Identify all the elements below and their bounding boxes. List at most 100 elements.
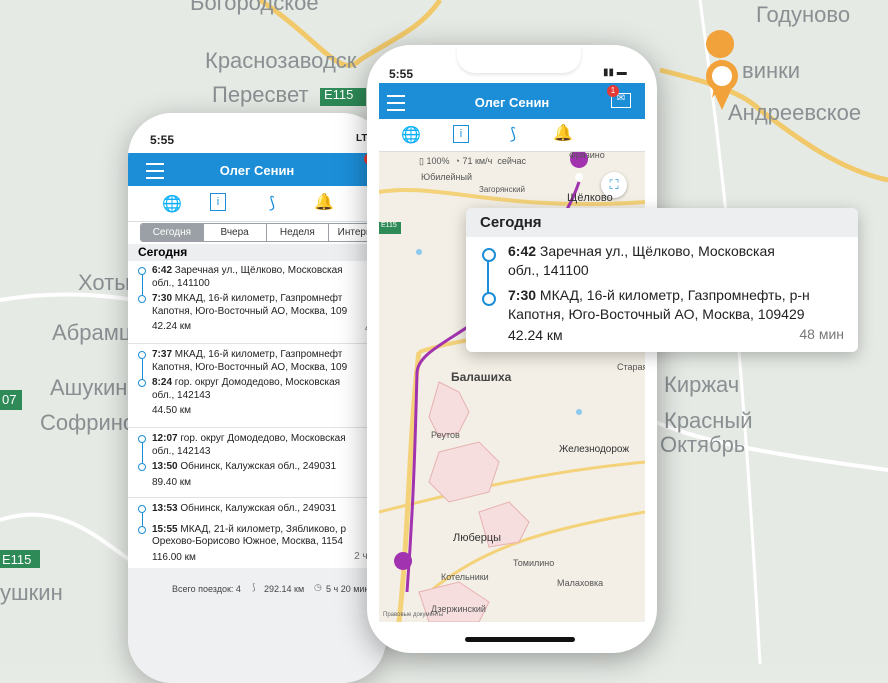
map-label: Красный: [664, 408, 753, 433]
map-label: Люберцы: [453, 532, 502, 544]
map-label: ушкин: [0, 580, 63, 605]
tab-yesterday[interactable]: Вчера: [203, 224, 267, 241]
clock-icon: ◷: [314, 582, 322, 592]
map-label: Андреевское: [728, 100, 862, 125]
map-label: Томилино: [513, 558, 555, 568]
map-label: Балашиха: [451, 370, 512, 384]
globe-icon[interactable]: 🌐: [160, 194, 184, 214]
battery-icon: ▯: [419, 156, 424, 166]
map-label: Богородское: [190, 0, 319, 15]
end-address-line2: Капотня, Юго-Восточный АО, Москва, 109: [152, 305, 348, 317]
end-address: МКАД, 16-й километр, Газпромнефт: [174, 293, 343, 304]
trip-distance: 44.50 км: [152, 405, 192, 416]
map-label: 07: [2, 392, 17, 407]
section-header: Сегодня: [128, 244, 386, 261]
trip-distance: 42.24 км: [508, 327, 563, 343]
total-distance: 292.14 км: [264, 584, 305, 594]
globe-icon[interactable]: 🌐: [399, 125, 423, 145]
trip-item[interactable]: 6:42 Заречная ул., Щёлково, Московская о…: [138, 265, 386, 334]
info-icon[interactable]: i: [453, 125, 469, 143]
end-address-line2: Капотня, Юго-Восточный АО, Москва, 10942…: [508, 306, 805, 322]
map-label: Ашукин: [50, 375, 128, 400]
app-bar: Олег Сенин ✉ 1: [379, 83, 645, 119]
map-label: Железнодорож: [559, 444, 630, 455]
tab-week[interactable]: Неделя: [266, 224, 330, 241]
end-dot-icon: [138, 379, 146, 387]
start-time: 6:42: [508, 243, 537, 259]
notification-badge: 1: [607, 85, 619, 97]
trip-item[interactable]: 13:53 Обнинск, Калужская обл., 249031 15…: [138, 503, 386, 563]
start-address: гор. округ Домодедово, Московская: [180, 433, 346, 444]
battery-level: 100%: [426, 156, 450, 166]
status-network: LT: [356, 133, 368, 144]
end-time: 7:30: [152, 293, 173, 304]
start-address: Заречная ул., Щёлково, Московская: [539, 243, 775, 259]
icon-toolbar: 🌐 i ⟆ 🔔: [379, 119, 645, 152]
end-address: Обнинск, Калужская обл., 249031: [180, 461, 337, 472]
legal-link[interactable]: Правовые документы: [383, 612, 443, 618]
map-label: Щёлково: [567, 192, 613, 204]
total-time: 5 ч 20 мин: [326, 584, 370, 594]
end-address: гор. округ Домодедово, Московская: [174, 377, 341, 388]
start-address-line2: Капотня, Юго-Восточный АО, Москва, 109: [152, 361, 348, 373]
map-label: Киржач: [664, 372, 740, 397]
app-title: Олег Сенин: [219, 163, 295, 178]
trip-item[interactable]: 7:37 МКАД, 16-й километр, Газпромнефт Ка…: [138, 349, 386, 416]
period-tabs: Сегодня Вчера Неделя Интервал: [140, 223, 386, 242]
map-label: Котельники: [441, 572, 489, 582]
end-address-line2: обл., 142143: [152, 389, 211, 401]
bell-icon[interactable]: 🔔: [551, 123, 575, 143]
start-address-line2: обл., 142143: [152, 445, 211, 457]
app-title: Олег Сенин: [474, 95, 550, 110]
end-address-line2: Орехово-Борисово Южное, Москва, 1154: [152, 536, 343, 547]
route-small-icon: ⟆: [252, 582, 256, 592]
end-dot-icon: [138, 295, 146, 303]
start-dot-icon: [138, 505, 146, 513]
map-label: Октябрь: [660, 432, 746, 457]
start-address-line2: обл., 141100: [508, 262, 589, 278]
map-label: Софрино: [40, 410, 136, 435]
info-icon[interactable]: i: [210, 193, 226, 211]
card-header: Сегодня: [466, 208, 858, 237]
trip-duration: 48 мин: [799, 326, 844, 342]
trip-distance: 42.24 км: [152, 321, 192, 332]
phone-notch: [214, 113, 332, 135]
start-dot-icon: [138, 435, 146, 443]
map-label: Пересвет: [212, 82, 309, 107]
home-indicator: [465, 637, 575, 642]
end-dot-icon: [482, 292, 496, 306]
start-address: МКАД, 16-й километр, Газпромнефт: [174, 349, 343, 360]
icon-toolbar: 🌐 i ⟆ 🔔: [128, 186, 386, 222]
map-label: Старая: [617, 362, 645, 372]
end-dot-icon: [138, 463, 146, 471]
start-address-line2: обл., 141100: [152, 277, 210, 289]
end-address: МКАД, 16-й километр, Газпромнефть, р-н: [539, 287, 810, 303]
start-address: Заречная ул., Щёлково, Московская: [174, 265, 343, 276]
map-label: Фрязино: [569, 152, 605, 160]
status-icons: ▮▮ ▬: [603, 67, 627, 78]
map-label: Хоты: [78, 270, 131, 295]
end-time: 7:30: [508, 287, 537, 303]
start-dot-icon: [138, 351, 146, 359]
summary-footer: Всего поездок: 4 ⟆ 292.14 км ◷ 5 ч 20 ми…: [128, 568, 386, 683]
map-label: Загорянский: [479, 185, 526, 194]
end-time: 15:55: [152, 523, 178, 535]
map-label: винки: [742, 58, 801, 83]
app-bar: Олег Сенин 9: [128, 153, 386, 186]
route-icon[interactable]: ⟆: [260, 193, 284, 213]
map-label: Реутов: [431, 430, 460, 440]
start-address: Обнинск, Калужская обл., 249031: [180, 503, 337, 514]
tab-today[interactable]: Сегодня: [141, 224, 204, 241]
start-time: 12:07: [152, 433, 178, 444]
start-time: 7:37: [152, 349, 173, 360]
map-label: Краснозаводск: [205, 48, 357, 73]
speed-icon: ◔: [454, 156, 460, 166]
trip-detail-card[interactable]: Сегодня 6:42 Заречная ул., Щёлково, Моск…: [466, 208, 858, 352]
end-address: МКАД, 21-й километр, Зябликово, р: [180, 523, 347, 535]
map-label: E115: [324, 87, 354, 102]
route-icon[interactable]: ⟆: [501, 124, 525, 144]
trip-item[interactable]: 12:07 гор. округ Домодедово, Московская …: [138, 433, 386, 488]
status-time: 5:55: [150, 133, 175, 147]
bell-icon[interactable]: 🔔: [312, 192, 336, 212]
trip-distance: 89.40 км: [152, 476, 192, 488]
